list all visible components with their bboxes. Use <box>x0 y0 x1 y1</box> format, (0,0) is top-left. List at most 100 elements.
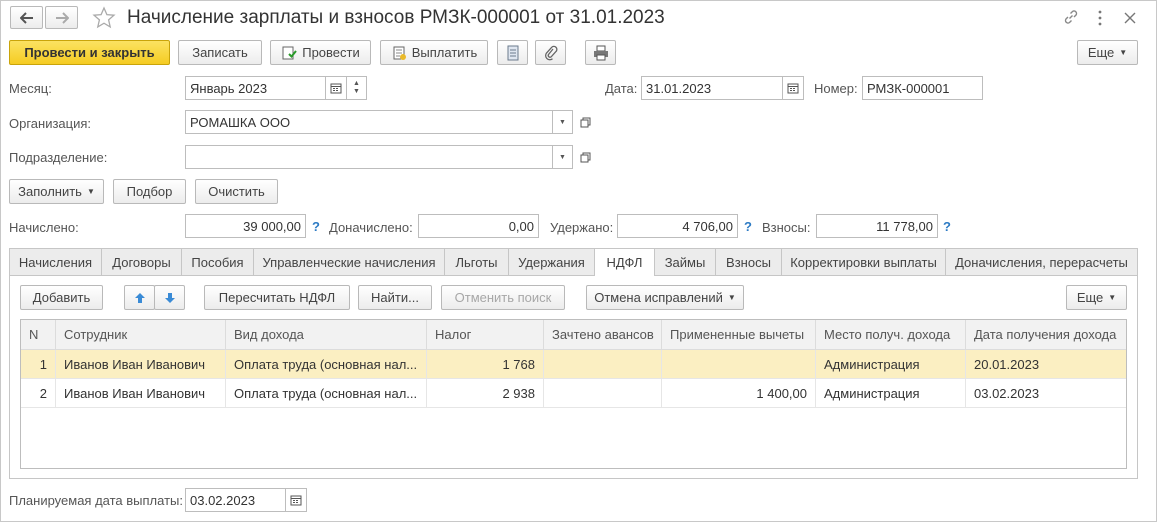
forward-button[interactable] <box>45 6 78 29</box>
add-button[interactable]: Добавить <box>20 285 103 310</box>
table-cell-n[interactable]: 2 <box>21 379 56 408</box>
table-cell-income-date[interactable]: 03.02.2023 <box>966 379 1126 408</box>
department-field[interactable] <box>185 145 553 169</box>
tab-management-accruals[interactable]: Управленческие начисления <box>253 248 445 275</box>
pay-document-icon <box>393 46 406 60</box>
month-calendar-button[interactable] <box>325 76 347 100</box>
select-button[interactable]: Подбор <box>113 179 186 204</box>
organization-dropdown-button[interactable]: ▼ <box>552 110 573 134</box>
table-cell-tax[interactable]: 2 938 <box>427 379 544 408</box>
tab-accruals[interactable]: Начисления <box>9 248 102 275</box>
tab-ndfl[interactable]: НДФЛ <box>594 248 655 276</box>
table-cell-income-type[interactable]: Оплата труда (основная нал... <box>226 379 427 408</box>
clear-button[interactable]: Очистить <box>195 179 278 204</box>
table-cell-advances[interactable] <box>544 379 662 408</box>
column-header-employee[interactable]: Сотрудник <box>56 320 226 350</box>
fill-button-label: Заполнить <box>18 184 82 199</box>
fill-button[interactable]: Заполнить ▼ <box>9 179 104 204</box>
column-header-tax[interactable]: Налог <box>427 320 544 350</box>
table-cell-employee[interactable]: Иванов Иван Иванович <box>56 350 226 379</box>
department-open-button[interactable] <box>575 145 595 169</box>
planned-payment-date-label: Планируемая дата выплаты: <box>9 493 183 508</box>
stepper-down-icon[interactable]: ▼ <box>353 88 360 96</box>
dropdown-arrow-icon: ▼ <box>1119 48 1128 57</box>
column-header-deductions[interactable]: Примененные вычеты <box>662 320 816 350</box>
table-cell-income-place[interactable]: Администрация <box>816 379 966 408</box>
tab-loans[interactable]: Займы <box>654 248 716 275</box>
accrued-help-icon[interactable]: ? <box>312 219 320 234</box>
write-button[interactable]: Записать <box>178 40 262 65</box>
pay-button[interactable]: Выплатить <box>380 40 488 65</box>
tab-contributions[interactable]: Взносы <box>715 248 782 275</box>
back-button[interactable] <box>10 6 43 29</box>
tab-recalculations[interactable]: Доначисления, перерасчеты <box>945 248 1138 275</box>
tab-privileges[interactable]: Льготы <box>444 248 509 275</box>
table-cell-n[interactable]: 1 <box>21 350 56 379</box>
table-cell-income-date[interactable]: 20.01.2023 <box>966 350 1126 379</box>
withheld-help-icon[interactable]: ? <box>744 219 752 234</box>
move-up-button[interactable] <box>124 285 155 310</box>
post-and-close-button[interactable]: Провести и закрыть <box>9 40 170 65</box>
move-down-button[interactable] <box>154 285 185 310</box>
table-cell-income-type[interactable]: Оплата труда (основная нал... <box>226 350 427 379</box>
organization-label: Организация: <box>9 116 92 131</box>
more-vertical-icon[interactable] <box>1093 9 1107 27</box>
link-icon[interactable] <box>1062 8 1080 26</box>
date-label: Дата: <box>605 81 638 96</box>
chevron-down-icon: ▼ <box>559 153 566 161</box>
table-cell-income-place[interactable]: Администрация <box>816 350 966 379</box>
month-field[interactable]: Январь 2023 <box>185 76 326 100</box>
dropdown-arrow-icon: ▼ <box>86 187 95 196</box>
table-cell-deductions[interactable]: 1 400,00 <box>662 379 816 408</box>
withheld-label: Удержано: <box>550 220 614 235</box>
organization-open-button[interactable] <box>575 110 595 134</box>
ndfl-table[interactable]: N Сотрудник Вид дохода Налог Зачтено ава… <box>20 319 1127 469</box>
planned-date-calendar-button[interactable] <box>285 488 307 512</box>
column-header-income-place[interactable]: Место получ. дохода <box>816 320 966 350</box>
attach-button[interactable] <box>535 40 566 65</box>
department-dropdown-button[interactable]: ▼ <box>552 145 573 169</box>
arrow-right-icon <box>55 11 69 24</box>
withheld-field: 4 706,00 <box>617 214 738 238</box>
organization-field[interactable]: РОМАШКА ООО <box>185 110 553 134</box>
table-cell-deductions[interactable] <box>662 350 816 379</box>
cancel-corrections-label: Отмена исправлений <box>594 290 723 305</box>
grid-more-button[interactable]: Еще ▼ <box>1066 285 1127 310</box>
date-calendar-button[interactable] <box>782 76 804 100</box>
number-field[interactable]: РМЗК-000001 <box>862 76 983 100</box>
post-document-icon <box>282 46 298 59</box>
recalculate-ndfl-button[interactable]: Пересчитать НДФЛ <box>204 285 350 310</box>
chevron-down-icon: ▼ <box>559 118 566 126</box>
cancel-corrections-button[interactable]: Отмена исправлений ▼ <box>586 285 744 310</box>
number-label: Номер: <box>814 81 858 96</box>
planned-payment-date-field[interactable]: 03.02.2023 <box>185 488 286 512</box>
arrow-down-icon <box>164 292 175 303</box>
date-field[interactable]: 31.01.2023 <box>641 76 783 100</box>
more-button[interactable]: Еще ▼ <box>1077 40 1138 65</box>
table-cell-advances[interactable] <box>544 350 662 379</box>
column-header-income-type[interactable]: Вид дохода <box>226 320 427 350</box>
post-button[interactable]: Провести <box>270 40 371 65</box>
column-header-income-date[interactable]: Дата получения дохода <box>966 320 1126 350</box>
contributions-help-icon[interactable]: ? <box>943 219 951 234</box>
table-cell-tax[interactable]: 1 768 <box>427 350 544 379</box>
cancel-search-button[interactable]: Отменить поиск <box>441 285 565 310</box>
print-button[interactable] <box>585 40 616 65</box>
tab-payment-corrections[interactable]: Корректировки выплаты <box>781 248 946 275</box>
month-stepper[interactable]: ▲ ▼ <box>346 76 367 100</box>
month-label: Месяц: <box>9 81 52 96</box>
tab-deductions[interactable]: Удержания <box>508 248 595 275</box>
column-header-n[interactable]: N <box>21 320 56 350</box>
report-button[interactable] <box>497 40 528 65</box>
favorite-star-icon[interactable] <box>92 6 116 30</box>
tab-benefits[interactable]: Пособия <box>181 248 254 275</box>
report-icon <box>507 45 518 60</box>
stepper-up-icon[interactable]: ▲ <box>353 80 360 88</box>
table-cell-employee[interactable]: Иванов Иван Иванович <box>56 379 226 408</box>
column-header-advances[interactable]: Зачтено авансов <box>544 320 662 350</box>
find-button[interactable]: Найти... <box>358 285 432 310</box>
contributions-label: Взносы: <box>762 220 811 235</box>
dropdown-arrow-icon: ▼ <box>1108 293 1117 302</box>
tab-contracts[interactable]: Договоры <box>101 248 182 275</box>
close-icon[interactable] <box>1122 10 1138 26</box>
